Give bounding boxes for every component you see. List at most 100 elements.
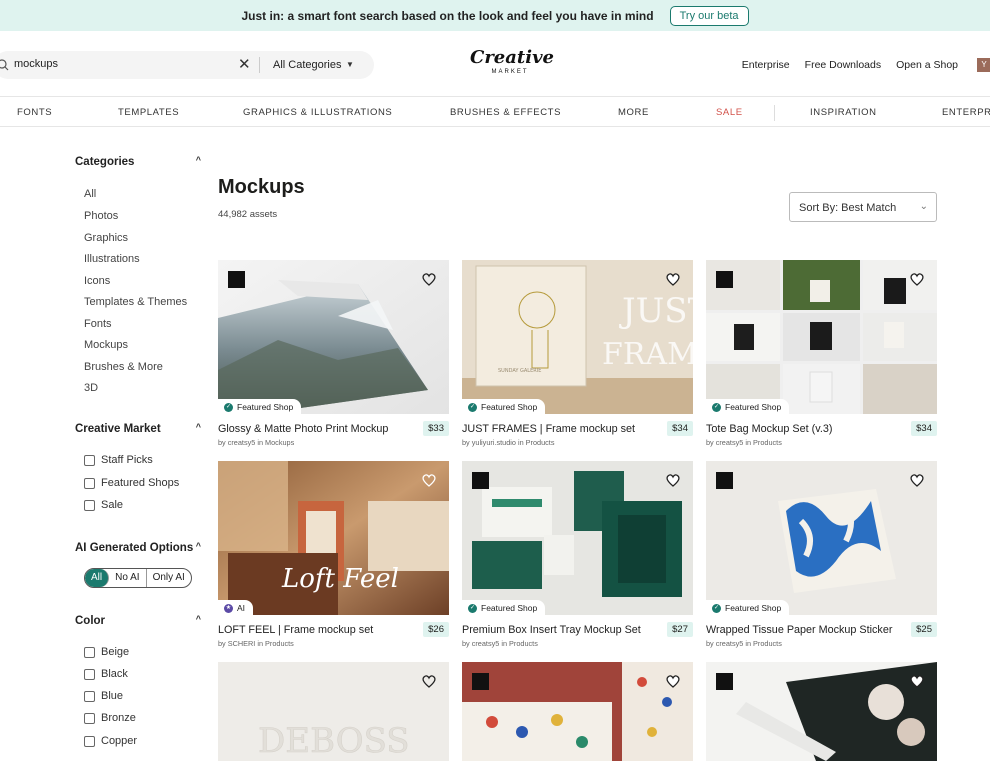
nav-templates[interactable]: TEMPLATES	[118, 107, 179, 118]
product-image[interactable]: ✓ Featured Shop	[218, 260, 449, 414]
enterprise-link[interactable]: Enterprise	[742, 59, 790, 71]
ai-option-no-ai[interactable]: No AI	[109, 569, 147, 587]
product-byline[interactable]: by creatsy5 in Products	[706, 438, 782, 447]
product-byline[interactable]: by SCHERI in Products	[218, 639, 294, 648]
sale-checkbox[interactable]: Sale	[84, 499, 123, 511]
product-title[interactable]: Tote Bag Mockup Set (v.3)	[706, 423, 832, 435]
ai-options-title: AI Generated Options	[75, 542, 194, 554]
product-image[interactable]: ✓ Featured Shop	[462, 461, 693, 615]
nav-enterprise[interactable]: ENTERPRISE	[942, 107, 990, 118]
heart-icon[interactable]	[421, 271, 437, 287]
checkbox-icon[interactable]	[84, 499, 95, 511]
category-all[interactable]: All	[84, 188, 96, 200]
category-mockups[interactable]: Mockups	[84, 339, 128, 351]
color-copper-checkbox[interactable]: Copper	[84, 735, 137, 747]
heart-icon[interactable]	[665, 472, 681, 488]
product-image[interactable]: DEBOSS	[218, 662, 449, 761]
heart-icon[interactable]	[421, 472, 437, 488]
category-select[interactable]: All Categories	[273, 59, 341, 71]
badge-label: Featured Shop	[237, 402, 294, 412]
product-title[interactable]: Wrapped Tissue Paper Mockup Sticker	[706, 624, 892, 636]
product-card[interactable]	[706, 662, 937, 761]
search-bar[interactable]: mockups ✕ All Categories ▼	[0, 51, 374, 79]
chevron-down-icon[interactable]: ▼	[346, 60, 354, 69]
categories-header[interactable]: Categories ^	[75, 155, 203, 168]
free-downloads-link[interactable]: Free Downloads	[805, 59, 881, 71]
product-price: $27	[667, 622, 693, 637]
try-beta-button[interactable]: Try our beta	[669, 5, 749, 26]
logo[interactable]: Creative MARKET	[470, 49, 554, 76]
clear-search-icon[interactable]: ✕	[238, 55, 251, 73]
color-beige-checkbox[interactable]: Beige	[84, 646, 129, 658]
category-3d[interactable]: 3D	[84, 382, 98, 394]
ai-option-all[interactable]: All	[85, 569, 110, 587]
search-input[interactable]: mockups	[14, 58, 58, 70]
color-header[interactable]: Color ^	[75, 614, 203, 627]
chevron-up-icon[interactable]: ^	[196, 155, 201, 165]
nav-more[interactable]: MORE	[618, 107, 649, 118]
heart-icon[interactable]	[665, 271, 681, 287]
product-price: $34	[911, 421, 937, 436]
promo-banner: Just in: a smart font search based on th…	[0, 0, 990, 31]
chevron-up-icon[interactable]: ^	[196, 614, 201, 624]
checkbox-icon[interactable]	[84, 690, 95, 702]
checkbox-icon[interactable]	[84, 712, 95, 724]
product-byline[interactable]: by creatsy5 in Products	[706, 639, 782, 648]
product-byline[interactable]: by creatsy5 in Mockups	[218, 438, 294, 447]
product-byline[interactable]: by yuliyuri.studio in Products	[462, 438, 554, 447]
ai-icon: ★	[224, 603, 233, 613]
color-bronze-checkbox[interactable]: Bronze	[84, 712, 136, 724]
color-blue-checkbox[interactable]: Blue	[84, 690, 123, 702]
heart-icon[interactable]	[421, 673, 437, 689]
category-graphics[interactable]: Graphics	[84, 232, 128, 244]
featured-shops-checkbox[interactable]: Featured Shops	[84, 477, 179, 489]
category-icons[interactable]: Icons	[84, 275, 110, 287]
product-price: $34	[667, 421, 693, 436]
ai-option-only-ai[interactable]: Only AI	[147, 569, 191, 587]
product-title[interactable]: Glossy & Matte Photo Print Mockup	[218, 423, 388, 435]
product-image[interactable]	[462, 662, 693, 761]
product-title[interactable]: JUST FRAMES | Frame mockup set	[462, 423, 635, 435]
product-image[interactable]: Loft Feel ★ AI	[218, 461, 449, 615]
checkbox-icon[interactable]	[84, 477, 95, 489]
heart-icon[interactable]	[909, 472, 925, 488]
nav-brushes[interactable]: BRUSHES & EFFECTS	[450, 107, 561, 118]
category-brushes[interactable]: Brushes & More	[84, 361, 163, 373]
creative-market-header[interactable]: Creative Market ^	[75, 422, 203, 435]
category-fonts[interactable]: Fonts	[84, 318, 112, 330]
checkbox-icon[interactable]	[84, 646, 95, 658]
product-title[interactable]: LOFT FEEL | Frame mockup set	[218, 624, 373, 636]
nav-fonts[interactable]: FONTS	[17, 107, 52, 118]
product-card[interactable]	[462, 662, 693, 761]
heart-icon[interactable]	[909, 271, 925, 287]
checkbox-icon[interactable]	[84, 454, 95, 466]
chevron-up-icon[interactable]: ^	[196, 422, 201, 432]
featured-shop-badge: ✓ Featured Shop	[462, 399, 546, 414]
badge-label: Featured Shop	[481, 603, 538, 613]
nav-inspiration[interactable]: INSPIRATION	[810, 107, 877, 118]
product-image[interactable]	[706, 662, 937, 761]
checkbox-label: Featured Shops	[101, 477, 180, 489]
avatar[interactable]: Y	[977, 58, 990, 72]
chevron-up-icon[interactable]: ^	[196, 541, 201, 551]
product-title[interactable]: Premium Box Insert Tray Mockup Set	[462, 624, 641, 636]
product-image[interactable]: ✓ Featured Shop	[706, 461, 937, 615]
staff-picks-checkbox[interactable]: Staff Picks	[84, 454, 153, 466]
product-byline[interactable]: by creatsy5 in Products	[462, 639, 538, 648]
product-image[interactable]: ✓ Featured Shop	[706, 260, 937, 414]
product-image[interactable]: JUST FRAMES SUNDAY GALERIE ✓ Featured Sho…	[462, 260, 693, 414]
heart-icon[interactable]	[665, 673, 681, 689]
category-illustrations[interactable]: Illustrations	[84, 253, 140, 265]
heart-icon[interactable]	[909, 673, 925, 689]
open-shop-link[interactable]: Open a Shop	[896, 59, 958, 71]
checkbox-icon[interactable]	[84, 668, 95, 680]
checkbox-icon[interactable]	[84, 735, 95, 747]
product-card[interactable]: DEBOSS	[218, 662, 449, 761]
category-templates[interactable]: Templates & Themes	[84, 296, 187, 308]
color-black-checkbox[interactable]: Black	[84, 668, 128, 680]
category-photos[interactable]: Photos	[84, 210, 118, 222]
sort-select[interactable]: Sort By: Best Match ⌄	[789, 192, 937, 222]
nav-sale[interactable]: SALE	[716, 107, 743, 118]
ai-options-header[interactable]: AI Generated Options ^	[75, 541, 203, 554]
nav-graphics[interactable]: GRAPHICS & ILLUSTRATIONS	[243, 107, 392, 118]
